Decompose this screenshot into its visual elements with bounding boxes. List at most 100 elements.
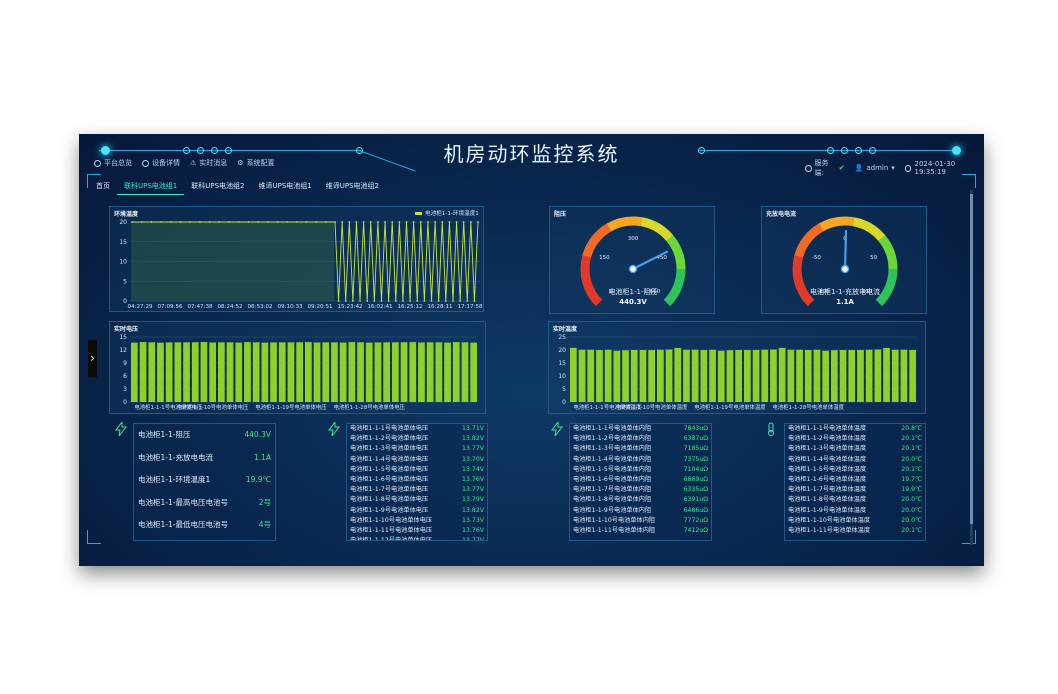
voltage-row: 电池柜1-1-6号电池单体电压 13.76V: [347, 475, 487, 485]
data-point: [452, 300, 454, 302]
row-value: 1.1A: [253, 452, 271, 462]
data-point: [266, 221, 269, 223]
bar: [331, 342, 338, 402]
voltage-row: 电池柜1-1-9号电池单体电压 13.82V: [347, 506, 487, 516]
check-circle-icon: [94, 159, 101, 167]
bar: [444, 342, 451, 402]
frame-corner: [87, 174, 101, 188]
bar: [839, 350, 847, 402]
row-value: 13.73V: [462, 516, 484, 524]
summary-row: 电池柜1-1-环境温度1 19.9℃: [134, 469, 275, 492]
gauge-value: 440.3V: [619, 298, 647, 306]
data-point: [416, 300, 419, 302]
gauge-label: 电池柜1-1-阻压: [608, 288, 658, 296]
data-point: [334, 221, 336, 223]
data-point: [405, 221, 408, 223]
data-point: [218, 221, 221, 223]
row-value: 13.79V: [462, 496, 484, 504]
bolt-icon: [328, 422, 340, 436]
row-label: 电池柜1-1-3号电池单体温度: [788, 445, 867, 453]
bar: [165, 342, 173, 402]
row-value: 20.1℃: [901, 445, 922, 453]
temp-row: 电池柜1-1-5号电池单体温度 20.1℃: [785, 465, 925, 475]
data-point: [131, 221, 133, 223]
bar: [461, 342, 469, 402]
data-point: [477, 221, 479, 223]
data-point: [228, 221, 230, 223]
tab-lianke-ups-2[interactable]: 联科UPS电池组2: [184, 178, 251, 195]
row-value: 13.70V: [462, 455, 484, 463]
resistance-gauge-panel: 阻压 0 150 300 450 600 电池柜1-1-阻压 440.3V: [549, 206, 715, 314]
bar: [287, 342, 295, 402]
user-icon: 👤: [854, 164, 864, 172]
gauge-pivot: [628, 264, 638, 274]
tab-weidi-ups-2[interactable]: 维谛UPS电池组2: [319, 178, 386, 195]
bar: [235, 342, 243, 402]
row-value: 19.9℃: [901, 486, 922, 494]
resistance-row: 电池柜1-1-8号电池单体内阻 6391uΩ: [570, 495, 711, 505]
data-point: [337, 300, 340, 302]
row-label: 电池柜1-1-10号电池单体电压: [350, 516, 433, 524]
server-status: 服务端: ✔: [805, 158, 845, 178]
temp-row: 电池柜1-1-10号电池单体温度 20.0℃: [785, 516, 925, 526]
gauge-arc: [852, 217, 886, 242]
bar: [665, 349, 673, 402]
voltage-row: 电池柜1-1-3号电池单体电压 13.77V: [347, 444, 487, 454]
bar: [752, 350, 760, 402]
thermometer-icon: [768, 422, 774, 436]
x-tick-label: 16:28:11: [427, 304, 453, 310]
frame-corner: [962, 174, 976, 188]
data-point: [459, 300, 462, 302]
data-point: [369, 221, 372, 223]
top-nav: 平台总览 设备详情 ⚠ 实时消息 ⚙ 系统配置: [94, 158, 275, 168]
nav-item-settings[interactable]: ⚙ 系统配置: [237, 158, 274, 168]
bar: [578, 349, 586, 402]
bar: [339, 342, 347, 402]
temp-row: 电池柜1-1-7号电池单体温度 19.9℃: [785, 485, 925, 495]
data-point: [315, 221, 318, 223]
bar: [570, 347, 577, 402]
data-point: [469, 221, 472, 223]
bar: [400, 342, 408, 402]
bar: [630, 350, 638, 402]
nav-item-device-detail[interactable]: 设备详情: [142, 158, 180, 168]
bar: [157, 342, 164, 402]
row-value: 6391uΩ: [683, 496, 708, 504]
row-label: 电池柜1-1-9号电池单体电压: [350, 506, 429, 514]
row-label: 电池柜1-1-9号电池单体内阻: [573, 506, 652, 514]
x-tick-label: 16:25:12: [397, 304, 422, 310]
row-value: 13.71V: [462, 425, 484, 432]
bar: [639, 350, 647, 402]
bar: [322, 342, 330, 402]
bar: [744, 350, 751, 402]
voltage-row: 电池柜1-1-4号电池单体电压 13.70V: [347, 455, 487, 465]
y-tick-label: 12: [119, 347, 127, 354]
y-tick-label: 15: [119, 334, 127, 341]
nav-item-messages[interactable]: ⚠ 实时消息: [190, 158, 227, 168]
voltage-row: 电池柜1-1-11号电池单体电压 13.76V: [347, 526, 487, 536]
temp-row: 电池柜1-1-6号电池单体温度 19.7℃: [785, 475, 925, 485]
y-tick-label: 20: [119, 219, 127, 226]
row-value: 20.1℃: [901, 465, 922, 473]
x-tick-label: 16:02:41: [367, 304, 393, 310]
row-label: 电池柜1-1-7号电池单体电压: [350, 486, 429, 494]
row-label: 电池柜1-1-8号电池单体温度: [788, 496, 867, 504]
row-label: 电池柜1-1-10号电池单体内阻: [573, 516, 656, 524]
tab-weidi-ups-1[interactable]: 维谛UPS电池组1: [252, 178, 319, 195]
scrollbar-thumb[interactable]: [970, 194, 973, 524]
y-tick-label: 0: [562, 399, 566, 406]
data-point: [366, 300, 369, 302]
bar: [270, 342, 277, 402]
data-point: [325, 221, 327, 223]
nav-item-overview[interactable]: 平台总览: [94, 158, 132, 168]
row-label: 电池柜1-1-8号电池单体内阻: [573, 496, 652, 504]
chevron-right-icon[interactable]: ›: [88, 340, 97, 377]
bar: [857, 350, 864, 402]
tab-lianke-ups-1[interactable]: 联科UPS电池组1: [117, 178, 185, 195]
row-value: 20.8℃: [901, 425, 922, 432]
gauge-arc: [878, 235, 898, 270]
check-circle-icon: ✔: [838, 164, 845, 172]
gear-icon: ⚙: [237, 159, 244, 167]
user-menu[interactable]: 👤 admin ▾: [855, 158, 895, 178]
data-point: [473, 300, 476, 302]
